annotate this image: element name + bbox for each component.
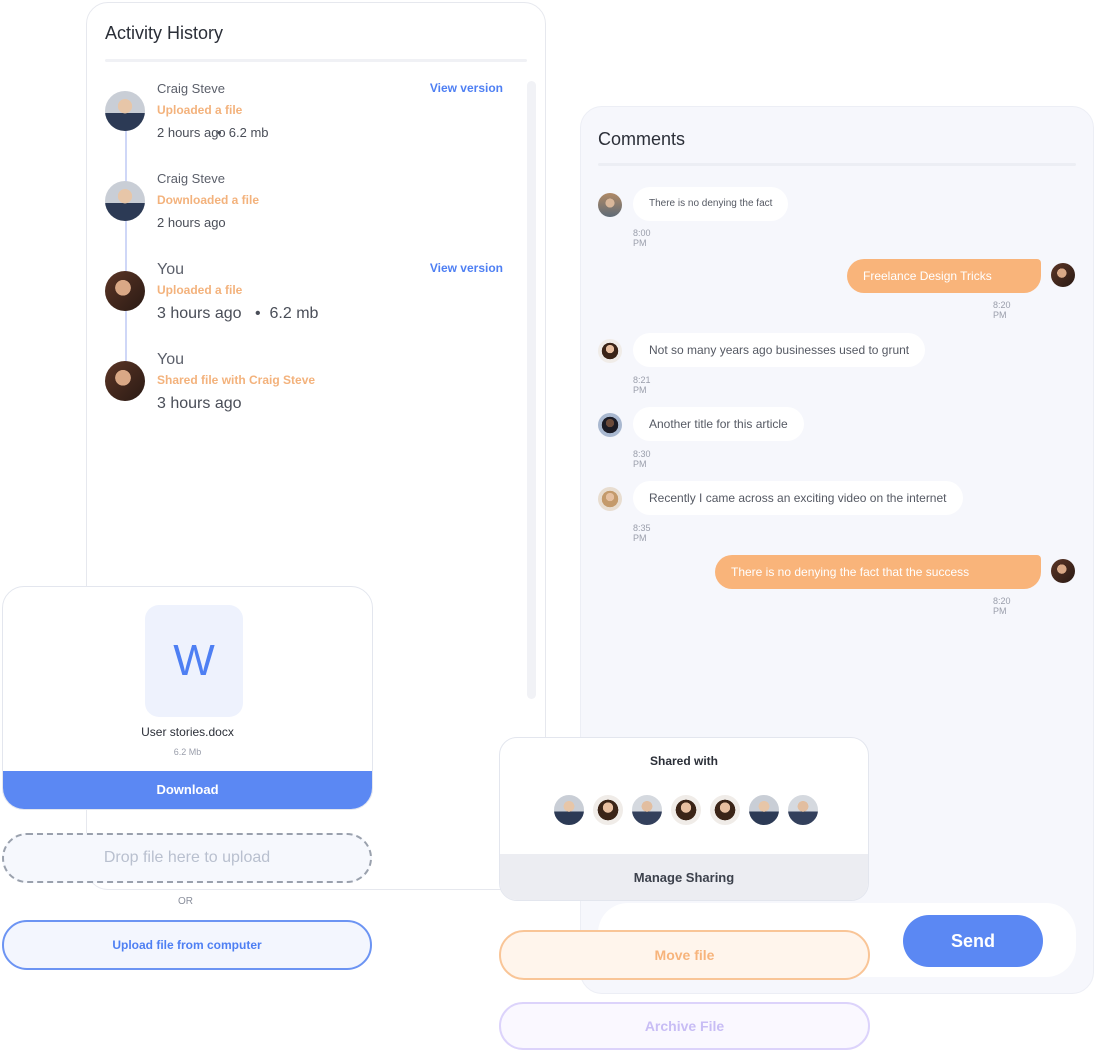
upload-from-computer-button[interactable]: Upload file from computer: [2, 920, 372, 970]
activity-time: 2 hours ago: [157, 125, 226, 140]
comment-time: 8:21 PM: [633, 375, 651, 395]
activity-title: Activity History: [105, 23, 224, 43]
manage-sharing-button[interactable]: Manage Sharing: [500, 854, 868, 900]
activity-user: You: [157, 351, 184, 368]
comment-time: 8:00 PM: [633, 228, 651, 248]
archive-file-button[interactable]: Archive File: [499, 1002, 870, 1050]
avatar[interactable]: [630, 793, 664, 827]
avatar: [105, 91, 145, 131]
shared-with-title: Shared with: [649, 754, 718, 768]
activity-time: 2 hours ago: [157, 215, 226, 230]
move-file-button[interactable]: Move file: [499, 930, 870, 980]
activity-action: Downloaded a file: [157, 193, 260, 207]
activity-user: Craig Steve: [157, 171, 225, 186]
activity-item: You Uploaded a file 3 hours ago • 6.2 mb…: [105, 261, 505, 341]
file-size: 6.2 Mb: [173, 747, 202, 757]
activity-user: Craig Steve: [157, 81, 225, 96]
activity-item: Craig Steve Downloaded a file 2 hours ag…: [105, 171, 505, 251]
activity-item: You Shared file with Craig Steve 3 hours…: [105, 351, 505, 431]
avatar: [105, 271, 145, 311]
avatar[interactable]: [552, 793, 586, 827]
comment-bubble: Not so many years ago businesses used to…: [633, 333, 926, 367]
avatar[interactable]: [708, 793, 742, 827]
view-version-link[interactable]: View version: [430, 81, 503, 95]
comment-bubble: There is no denying the fact: [633, 187, 789, 221]
avatar: [1051, 559, 1075, 583]
avatar[interactable]: [747, 793, 781, 827]
activity-action: Uploaded a file: [157, 283, 243, 297]
comment-bubble: There is no denying the fact that the su…: [715, 555, 1041, 589]
activity-time: 3 hours ago: [157, 305, 242, 322]
comment-bubble: Another title for this article: [633, 407, 804, 441]
comments-title: Comments: [598, 129, 686, 149]
comment-time: 8:30 PM: [633, 449, 651, 469]
avatar: [598, 339, 622, 363]
avatar: [598, 193, 622, 217]
comment-time: 8:20 PM: [993, 596, 1011, 616]
view-version-link[interactable]: View version: [430, 261, 503, 275]
activity-action: Uploaded a file: [157, 103, 243, 117]
avatar: [598, 487, 622, 511]
activity-size: • 6.2 mb: [255, 305, 319, 322]
document-card: W User stories.docx 6.2 Mb Download: [2, 586, 373, 810]
divider: [598, 163, 1076, 166]
avatar[interactable]: [591, 793, 625, 827]
divider: [105, 59, 527, 62]
avatar: [105, 361, 145, 401]
activity-action: Shared file with Craig Steve: [157, 373, 316, 387]
activity-size: • 6.2 mb: [217, 125, 269, 140]
avatar: [598, 413, 622, 437]
activity-user: You: [157, 261, 184, 278]
avatar[interactable]: [786, 793, 820, 827]
file-dropzone[interactable]: Drop file here to upload: [2, 833, 372, 883]
scrollbar[interactable]: [527, 81, 536, 699]
send-button[interactable]: Send: [903, 915, 1043, 967]
avatar[interactable]: [669, 793, 703, 827]
avatar: [105, 181, 145, 221]
activity-time: 3 hours ago: [157, 395, 242, 412]
or-separator: OR: [178, 896, 193, 907]
comment-bubble: Recently I came across an exciting video…: [633, 481, 963, 515]
avatar: [1051, 263, 1075, 287]
comment-bubble: Freelance Design Tricks: [847, 259, 1041, 293]
word-document-icon: W: [145, 605, 243, 717]
file-name: User stories.docx: [141, 725, 234, 739]
activity-item: Craig Steve Uploaded a file 2 hours ago …: [105, 81, 505, 161]
shared-with-card: Shared with Manage Sharing: [499, 737, 869, 901]
comment-time: 8:35 PM: [633, 523, 651, 543]
download-button[interactable]: Download: [3, 771, 372, 809]
shared-avatars: [552, 793, 822, 827]
comment-time: 8:20 PM: [993, 300, 1011, 320]
